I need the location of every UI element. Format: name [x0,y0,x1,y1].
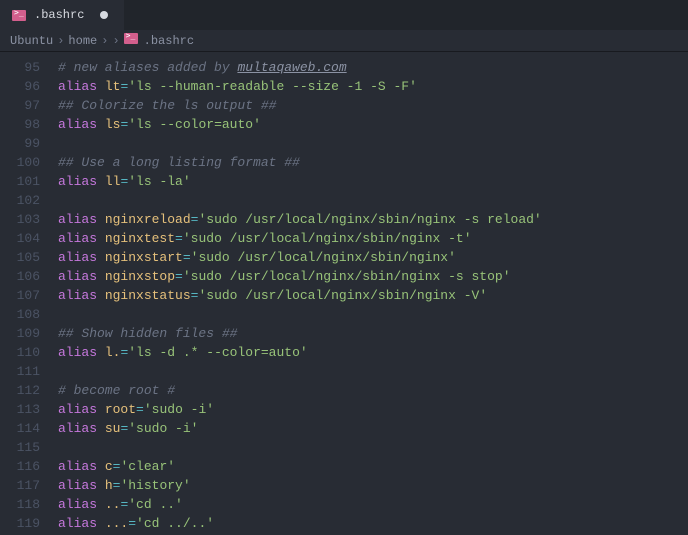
code-line[interactable]: alias nginxtest='sudo /usr/local/nginx/s… [58,229,688,248]
breadcrumb-seg[interactable]: home [68,34,97,48]
code-line[interactable]: alias nginxstop='sudo /usr/local/nginx/s… [58,267,688,286]
line-number: 106 [0,267,40,286]
line-number: 104 [0,229,40,248]
code-line[interactable]: alias ...='cd ../..' [58,514,688,533]
code-line[interactable]: # become root # [58,381,688,400]
code-line[interactable]: alias lt='ls --human-readable --size -1 … [58,77,688,96]
tab-filename: .bashrc [34,8,84,22]
code-line[interactable]: alias ..='cd ..' [58,495,688,514]
code-line[interactable]: ## Colorize the ls output ## [58,96,688,115]
code-line[interactable] [58,134,688,153]
line-number: 111 [0,362,40,381]
terminal-icon [124,33,138,48]
code-line[interactable]: alias root='sudo -i' [58,400,688,419]
code-line[interactable]: alias nginxreload='sudo /usr/local/nginx… [58,210,688,229]
line-number: 110 [0,343,40,362]
code-line[interactable]: ## Use a long listing format ## [58,153,688,172]
code-line[interactable] [58,191,688,210]
line-number: 96 [0,77,40,96]
line-number: 114 [0,419,40,438]
line-number: 115 [0,438,40,457]
line-number: 98 [0,115,40,134]
terminal-icon [12,10,26,21]
line-number: 119 [0,514,40,533]
line-number: 102 [0,191,40,210]
line-number: 117 [0,476,40,495]
line-number: 108 [0,305,40,324]
code-line[interactable]: alias ls='ls --color=auto' [58,115,688,134]
code-line[interactable]: alias c='clear' [58,457,688,476]
line-number: 118 [0,495,40,514]
code-editor[interactable]: 9596979899100101102103104105106107108109… [0,52,688,535]
code-line[interactable]: alias nginxstatus='sudo /usr/local/nginx… [58,286,688,305]
code-line[interactable]: alias h='history' [58,476,688,495]
line-number: 99 [0,134,40,153]
code-line[interactable]: # new aliases added by multaqaweb.com [58,58,688,77]
line-number: 112 [0,381,40,400]
chevron-right-icon: › [57,34,64,48]
line-number: 97 [0,96,40,115]
code-line[interactable]: ## Show hidden files ## [58,324,688,343]
line-number: 113 [0,400,40,419]
breadcrumb-seg[interactable]: Ubuntu [10,34,53,48]
code-line[interactable] [58,438,688,457]
line-number: 95 [0,58,40,77]
tab-bashrc[interactable]: .bashrc [0,0,124,30]
breadcrumb: Ubuntu › home › › .bashrc [0,30,688,52]
code-line[interactable]: alias ll='ls -la' [58,172,688,191]
dirty-indicator-icon [100,11,108,19]
line-number: 103 [0,210,40,229]
chevron-right-icon: › [101,34,108,48]
line-number: 105 [0,248,40,267]
line-number-gutter: 9596979899100101102103104105106107108109… [0,52,50,535]
code-line[interactable] [58,362,688,381]
line-number: 101 [0,172,40,191]
code-line[interactable] [58,305,688,324]
breadcrumb-file[interactable]: .bashrc [144,34,194,48]
line-number: 109 [0,324,40,343]
line-number: 107 [0,286,40,305]
line-number: 100 [0,153,40,172]
chevron-right-icon: › [112,34,119,48]
tab-bar: .bashrc [0,0,688,30]
code-line[interactable]: alias l.='ls -d .* --color=auto' [58,343,688,362]
code-area[interactable]: # new aliases added by multaqaweb.comali… [50,52,688,535]
line-number: 116 [0,457,40,476]
code-line[interactable]: alias nginxstart='sudo /usr/local/nginx/… [58,248,688,267]
code-line[interactable]: alias su='sudo -i' [58,419,688,438]
